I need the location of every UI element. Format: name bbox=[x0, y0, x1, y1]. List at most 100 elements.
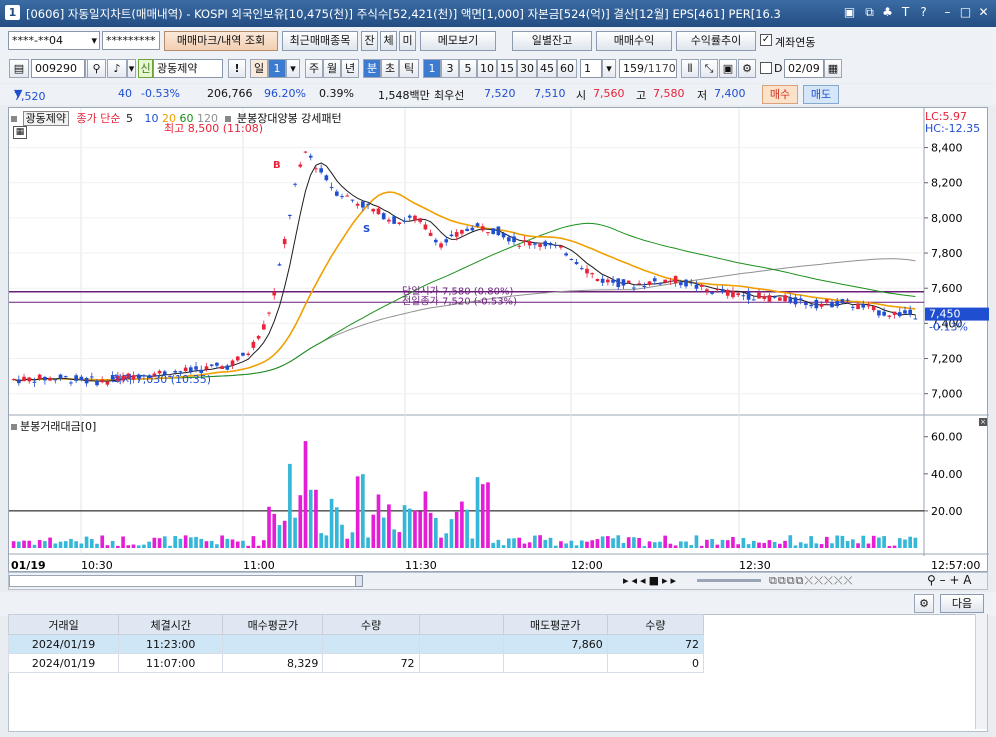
save-icon[interactable]: ▣ bbox=[719, 59, 737, 78]
price-chart[interactable]: 8,4008,2008,0007,8007,6007,4007,2007,000… bbox=[9, 108, 989, 573]
ma60-label[interactable]: 60 bbox=[179, 112, 193, 125]
chevron-down-icon-4[interactable]: ▾ bbox=[602, 59, 616, 78]
pattern-label[interactable]: 분봉장대양봉 강세패턴 bbox=[237, 112, 342, 125]
calendar-icon[interactable]: ▦ bbox=[824, 59, 842, 78]
minute-5-button[interactable]: 5 bbox=[459, 59, 477, 78]
period-day-value[interactable]: 1 bbox=[268, 59, 286, 78]
password-field[interactable]: ********* bbox=[102, 31, 160, 50]
font-icon[interactable]: T bbox=[898, 5, 913, 20]
volume-bar bbox=[116, 545, 120, 548]
stock-list-icon[interactable]: ▤ bbox=[9, 59, 29, 78]
minute-60-button[interactable]: 60 bbox=[557, 59, 577, 78]
close-icon[interactable]: ✕ bbox=[976, 5, 991, 20]
gear-icon-2[interactable]: ⚙ bbox=[914, 594, 934, 613]
candle-body bbox=[48, 377, 52, 381]
minute-30-button[interactable]: 30 bbox=[517, 59, 537, 78]
scroll-thumb[interactable] bbox=[355, 575, 363, 587]
speaker-icon[interactable]: ♪ bbox=[107, 59, 127, 78]
col-trade-date[interactable]: 거래일 bbox=[7, 614, 120, 635]
table-row[interactable]: 2024/01/19 11:23:00 7,860 72 bbox=[7, 634, 705, 654]
minimize-icon[interactable]: – bbox=[940, 5, 955, 20]
recent-trades-button[interactable]: 최근매매종목 bbox=[282, 31, 358, 51]
minute-10-button[interactable]: 10 bbox=[477, 59, 497, 78]
volume-bar bbox=[256, 545, 261, 548]
chart-scroll-bar[interactable]: ▸◂◂■▸▸ ⧉⧉⧉⧉⤬⤬⤬⤬⤬ ⚲ – + A bbox=[8, 572, 988, 590]
table-row[interactable]: 2024/01/19 11:07:00 8,329 72 0 bbox=[7, 653, 705, 673]
period-year-button[interactable]: 년 bbox=[341, 59, 359, 78]
ma5-label[interactable]: 5 bbox=[126, 112, 133, 125]
minute-15-button[interactable]: 15 bbox=[497, 59, 517, 78]
return-trend-button[interactable]: 수익률추이 bbox=[676, 31, 756, 51]
memo-button[interactable]: 메모보기 bbox=[420, 31, 496, 51]
alert-icon[interactable]: ! bbox=[228, 59, 246, 78]
period-tick-button[interactable]: 틱 bbox=[399, 59, 419, 78]
trade-mark-query-button[interactable]: 매매마크/내역 조회 bbox=[164, 31, 278, 51]
volume-bar bbox=[840, 535, 845, 548]
buy-button[interactable]: 매수 bbox=[762, 85, 798, 104]
ma-label[interactable]: 종가 단순 bbox=[76, 112, 120, 125]
date-input[interactable]: 02/09 bbox=[784, 59, 824, 78]
sell-button[interactable]: 매도 bbox=[803, 85, 839, 104]
volume-bar bbox=[741, 537, 746, 548]
zoom-slider[interactable] bbox=[697, 579, 761, 582]
scroll-track[interactable] bbox=[9, 575, 361, 587]
ma20-label[interactable]: 20 bbox=[162, 112, 176, 125]
chevron-down-icon-3[interactable]: ▾ bbox=[286, 59, 300, 78]
col-exec-time[interactable]: 체결시간 bbox=[118, 614, 224, 635]
grid-table-icon[interactable]: ▦ bbox=[13, 126, 27, 139]
daily-balance-button[interactable]: 일별잔고 bbox=[512, 31, 592, 51]
period-minute-button[interactable]: 분 bbox=[363, 59, 381, 78]
drawing-tools[interactable]: ⧉⧉⧉⧉⤬⤬⤬⤬⤬ bbox=[769, 574, 853, 588]
period-second-button[interactable]: 초 bbox=[381, 59, 399, 78]
zoom-icons[interactable]: ⚲ – + A bbox=[927, 573, 972, 587]
minute-45-button[interactable]: 45 bbox=[537, 59, 557, 78]
candle-body bbox=[16, 379, 21, 384]
account-select[interactable]: ****-**04 ▾ bbox=[8, 31, 100, 50]
period-day-button[interactable]: 일 bbox=[250, 59, 268, 78]
volume-bar bbox=[43, 541, 47, 548]
ma10-label[interactable]: 10 bbox=[144, 112, 158, 125]
candle-body bbox=[517, 245, 522, 247]
count-input[interactable]: 159/11700 bbox=[619, 59, 677, 78]
ma120-label[interactable]: 120 bbox=[197, 112, 218, 125]
executed-button[interactable]: 체 bbox=[380, 31, 397, 51]
zoom-icon[interactable]: ⤡ bbox=[700, 59, 718, 78]
trade-profit-button[interactable]: 매매수익 bbox=[596, 31, 672, 51]
help-icon[interactable]: ? bbox=[916, 5, 931, 20]
d-checkbox[interactable] bbox=[760, 62, 772, 74]
candle-body bbox=[908, 309, 913, 315]
balance-button[interactable]: 잔 bbox=[361, 31, 378, 51]
next-button[interactable]: 다음 bbox=[940, 594, 984, 613]
interval-input[interactable]: 1 bbox=[580, 59, 602, 78]
search-icon[interactable]: ⚲ bbox=[87, 59, 106, 78]
pin-icon[interactable]: ♣ bbox=[880, 5, 895, 20]
col-sell-qty[interactable]: 수량 bbox=[606, 614, 705, 635]
minute-1-button[interactable]: 1 bbox=[423, 59, 441, 78]
stock-code-input[interactable]: 009290 bbox=[31, 59, 85, 78]
vertical-scrollbar[interactable] bbox=[975, 614, 987, 729]
stock-label[interactable]: 광동제약 bbox=[22, 111, 69, 126]
period-month-button[interactable]: 월 bbox=[323, 59, 341, 78]
play-controls[interactable]: ▸◂◂■▸▸ bbox=[623, 574, 679, 587]
candle-body bbox=[616, 278, 621, 288]
bars-icon[interactable]: ⫴ bbox=[681, 59, 699, 78]
col-buy-qty[interactable]: 수량 bbox=[322, 614, 420, 635]
close-panel-icon[interactable]: × bbox=[979, 418, 987, 426]
candle-body bbox=[470, 227, 475, 231]
volume-bar bbox=[340, 524, 344, 548]
link-icon[interactable]: ▣ bbox=[842, 5, 857, 20]
restore-icon[interactable]: ⧉ bbox=[862, 5, 877, 20]
minute-3-button[interactable]: 3 bbox=[441, 59, 459, 78]
candle-body bbox=[585, 268, 589, 274]
unexecuted-button[interactable]: 미 bbox=[399, 31, 416, 51]
maximize-icon[interactable]: □ bbox=[958, 5, 973, 20]
candle-body bbox=[428, 232, 433, 236]
account-link-checkbox[interactable]: ✓ bbox=[760, 34, 772, 46]
chevron-down-icon-2[interactable]: ▾ bbox=[127, 59, 136, 78]
period-week-button[interactable]: 주 bbox=[305, 59, 323, 78]
col-sell-avg[interactable]: 매도평균가 bbox=[502, 614, 608, 635]
candle-body bbox=[882, 311, 886, 316]
chart-area[interactable]: 8,400 8,200 8,000 7,800 7,600 7,400 7,200 7,000… bbox=[8, 107, 989, 573]
col-buy-avg[interactable]: 매수평균가 bbox=[222, 614, 324, 635]
gear-icon[interactable]: ⚙ bbox=[738, 59, 756, 78]
